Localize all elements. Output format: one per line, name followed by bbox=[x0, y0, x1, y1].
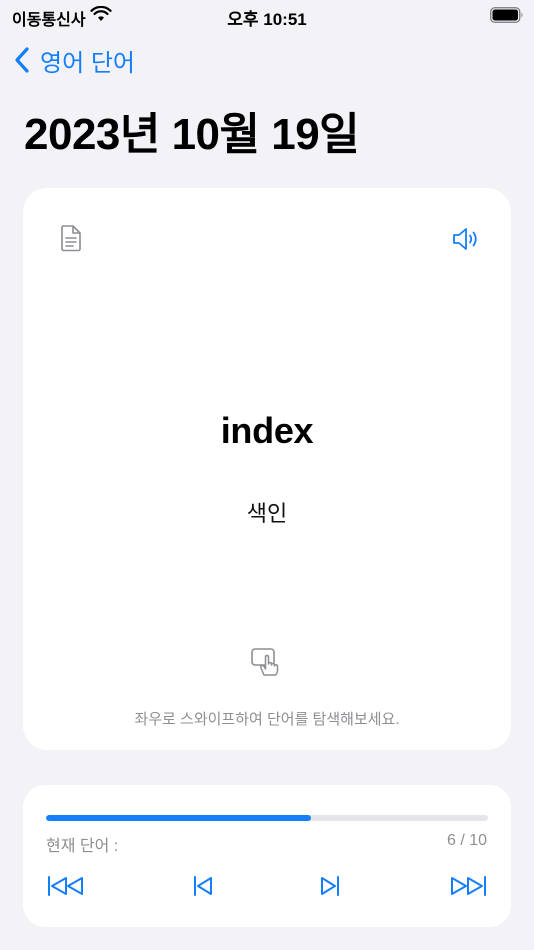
current-word-label: 현재 단어 : bbox=[46, 838, 119, 855]
previous-icon bbox=[194, 876, 212, 896]
previous-word-button[interactable] bbox=[192, 875, 214, 897]
back-button[interactable]: 영어 단어 bbox=[12, 44, 135, 77]
word-text: index bbox=[220, 410, 314, 451]
back-button-label: 영어 단어 bbox=[40, 49, 135, 77]
progress-panel: 현재 단어 : 6 / 10 bbox=[23, 785, 511, 927]
next-icon bbox=[321, 876, 339, 896]
current-word-count: 6 / 10 bbox=[446, 832, 487, 849]
document-icon[interactable] bbox=[59, 224, 83, 252]
word-card[interactable]: index 색인 좌우로 스와이프하여 단어를 탐색해보세요. bbox=[23, 188, 511, 750]
first-word-button[interactable] bbox=[47, 875, 85, 897]
last-word-button[interactable] bbox=[449, 875, 487, 897]
skip-to-start-icon bbox=[48, 876, 83, 896]
status-bar: 이동통신사 오후 10:51 bbox=[0, 0, 534, 30]
next-word-button[interactable] bbox=[319, 875, 341, 897]
status-time: 오후 10:51 bbox=[227, 10, 307, 29]
skip-to-end-icon bbox=[451, 876, 486, 896]
progress-bar bbox=[46, 815, 488, 821]
chevron-left-icon bbox=[15, 47, 29, 73]
battery-icon bbox=[490, 7, 523, 23]
progress-bar-fill bbox=[46, 815, 312, 821]
page-title: 2023년 10월 19일 bbox=[24, 110, 360, 159]
speaker-icon[interactable] bbox=[451, 226, 481, 252]
swipe-gesture-icon bbox=[251, 648, 279, 676]
word-meaning: 색인 bbox=[246, 501, 288, 526]
swipe-hint: 좌우로 스와이프하여 단어를 탐색해보세요. bbox=[134, 711, 400, 728]
